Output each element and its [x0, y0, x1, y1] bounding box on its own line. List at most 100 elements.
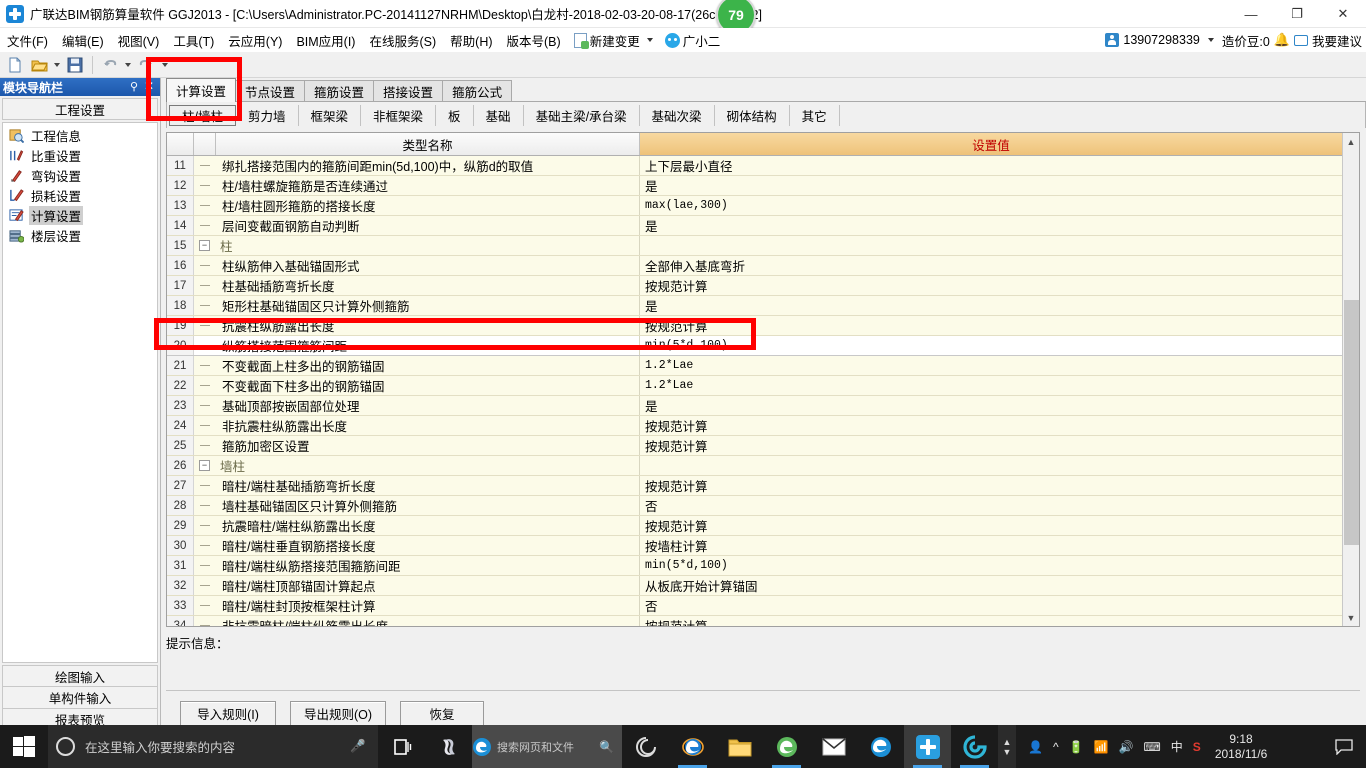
row-number[interactable]: 30	[167, 536, 194, 555]
tab-calc-settings[interactable]: 计算设置	[166, 78, 237, 102]
menu-cloud[interactable]: 云应用(Y)	[221, 29, 289, 52]
tab-lap-settings[interactable]: 搭接设置	[373, 80, 444, 102]
table-row[interactable]: 33 暗柱/端柱封顶按框架柱计算否	[167, 596, 1342, 616]
table-row[interactable]: 27 暗柱/端柱基础插筋弯折长度 按规范计算	[167, 476, 1342, 496]
cell-setting-value[interactable]: 全部伸入基底弯折	[640, 256, 1342, 275]
cell-setting-value[interactable]: 按规范计算	[640, 616, 1342, 626]
pin-icon[interactable]: ⚲	[130, 80, 138, 93]
tree-expander[interactable]: −	[194, 456, 216, 475]
cell-type-name[interactable]: 暗柱/端柱纵筋搭接范围箍筋间距	[216, 556, 640, 575]
row-number[interactable]: 29	[167, 516, 194, 535]
close-button[interactable]: ✕	[1320, 0, 1366, 28]
menu-help[interactable]: 帮助(H)	[443, 29, 499, 52]
row-number[interactable]: 34	[167, 616, 194, 626]
cell-type-name[interactable]: 抗震暗柱/端柱纵筋露出长度	[216, 516, 640, 535]
scrollbar-thumb[interactable]	[1343, 300, 1359, 545]
sogou-ime-icon[interactable]: S	[1193, 740, 1201, 754]
sidebar-item-weight-settings[interactable]: 比重设置	[3, 145, 157, 165]
internet-explorer-icon[interactable]	[669, 725, 716, 768]
row-number[interactable]: 27	[167, 476, 194, 495]
row-number[interactable]: 16	[167, 256, 194, 275]
sidebar-group-header[interactable]: 工程设置	[2, 98, 158, 120]
table-row[interactable]: 18 矩形柱基础锚固区只计算外侧箍筋是	[167, 296, 1342, 316]
cell-type-name[interactable]: 柱基础插筋弯折长度	[216, 276, 640, 295]
grid-vertical-scrollbar[interactable]: ▲ ▼	[1342, 133, 1359, 626]
table-row[interactable]: 28 墙柱基础锚固区只计算外侧箍筋否	[167, 496, 1342, 516]
app-circle-g-icon[interactable]	[951, 725, 998, 768]
table-row[interactable]: 14 层间变截面钢筋自动判断是	[167, 216, 1342, 236]
battery-icon[interactable]: 🔋	[1069, 740, 1084, 754]
cell-type-name[interactable]: 暗柱/端柱基础插筋弯折长度	[216, 476, 640, 495]
menu-version[interactable]: 版本号(B)	[500, 29, 568, 52]
cell-type-name[interactable]: 绑扎搭接范围内的箍筋间距min(5d,100)中，纵筋d的取值	[216, 156, 640, 175]
table-row[interactable]: 26− 墙柱	[167, 456, 1342, 476]
sidebar-item-calc-settings[interactable]: 计算设置	[3, 205, 157, 225]
volume-icon[interactable]: 🔊	[1119, 740, 1134, 754]
cell-type-name[interactable]: 暗柱/端柱顶部锚固计算起点	[216, 576, 640, 595]
cell-setting-value[interactable]	[640, 456, 1342, 475]
cell-setting-value[interactable]: min(5*d,100)	[640, 556, 1342, 575]
cell-setting-value[interactable]: 按规范计算	[640, 316, 1342, 335]
table-row[interactable]: 32 暗柱/端柱顶部锚固计算起点 从板底开始计算锚固	[167, 576, 1342, 596]
new-change-button[interactable]: 新建变更	[568, 31, 657, 50]
tab-other[interactable]: 其它	[790, 104, 840, 126]
cell-type-name[interactable]: 柱纵筋伸入基础锚固形式	[216, 256, 640, 275]
menu-bim[interactable]: BIM应用(I)	[289, 29, 362, 52]
grid-body[interactable]: 11 绑扎搭接范围内的箍筋间距min(5d,100)中，纵筋d的取值 上下层最小直径…	[167, 156, 1342, 626]
row-number[interactable]: 13	[167, 196, 194, 215]
wifi-icon[interactable]: 📶	[1094, 740, 1109, 754]
cell-setting-value[interactable]: 否	[640, 496, 1342, 515]
taskbar-search-box[interactable]: 在这里输入你要搜索的内容 🎤	[48, 725, 378, 768]
row-number[interactable]: 20	[167, 336, 194, 355]
table-row[interactable]: 11 绑扎搭接范围内的箍筋间距min(5d,100)中，纵筋d的取值 上下层最小直径	[167, 156, 1342, 176]
open-dropdown-button[interactable]	[52, 54, 62, 76]
sidebar-item-project-info[interactable]: 工程信息	[3, 125, 157, 145]
file-explorer-icon[interactable]	[716, 725, 763, 768]
cell-type-name[interactable]: 非抗震暗柱/端柱纵筋露出长度	[216, 616, 640, 626]
restore-button[interactable]: 恢复	[400, 700, 484, 726]
scroll-down-icon[interactable]: ▼	[1342, 609, 1359, 626]
app-spiral-icon[interactable]	[622, 725, 669, 768]
search-icon[interactable]: 🔍	[599, 740, 622, 754]
cell-setting-value[interactable]: 按规范计算	[640, 416, 1342, 435]
cell-setting-value[interactable]: 上下层最小直径	[640, 156, 1342, 175]
scrollbar-track[interactable]	[1342, 150, 1359, 609]
tab-shear-wall[interactable]: 剪力墙	[236, 104, 299, 126]
cell-setting-value[interactable]: 是	[640, 216, 1342, 235]
open-folder-button[interactable]	[28, 54, 50, 76]
sidebar-item-floor-settings[interactable]: 楼层设置	[3, 225, 157, 245]
cell-setting-value[interactable]: min(5*d,100)	[640, 336, 1342, 355]
cell-type-name[interactable]: 基础顶部按嵌固部位处理	[216, 396, 640, 415]
row-number[interactable]: 14	[167, 216, 194, 235]
row-number[interactable]: 11	[167, 156, 194, 175]
table-row[interactable]: 16 柱纵筋伸入基础锚固形式 全部伸入基底弯折	[167, 256, 1342, 276]
table-row[interactable]: 12 柱/墙柱螺旋箍筋是否连续通过是	[167, 176, 1342, 196]
cell-type-name[interactable]: 柱/墙柱螺旋箍筋是否连续通过	[216, 176, 640, 195]
table-row[interactable]: 24 非抗震柱纵筋露出长度 按规范计算	[167, 416, 1342, 436]
table-row[interactable]: 17 柱基础插筋弯折长度 按规范计算	[167, 276, 1342, 296]
keyboard-icon[interactable]: ⌨	[1143, 740, 1160, 754]
menu-tools[interactable]: 工具(T)	[166, 29, 221, 52]
collapse-icon[interactable]: −	[199, 460, 210, 471]
row-number[interactable]: 17	[167, 276, 194, 295]
tab-node-settings[interactable]: 节点设置	[235, 80, 306, 102]
cell-type-name[interactable]: 纵筋搭接范围箍筋间距	[216, 336, 640, 355]
table-row[interactable]: 34 非抗震暗柱/端柱纵筋露出长度按规范计算	[167, 616, 1342, 626]
cell-setting-value[interactable]: 按规范计算	[640, 476, 1342, 495]
row-number[interactable]: 32	[167, 576, 194, 595]
green-browser-icon[interactable]	[763, 725, 810, 768]
row-number[interactable]: 31	[167, 556, 194, 575]
grid-header-setting-value[interactable]: 设置值	[640, 133, 1342, 155]
row-number[interactable]: 24	[167, 416, 194, 435]
row-number[interactable]: 15	[167, 236, 194, 255]
import-rules-button[interactable]: 导入规则(I)	[180, 700, 276, 726]
cell-setting-value[interactable]: 从板底开始计算锚固	[640, 576, 1342, 595]
table-row[interactable]: 13 柱/墙柱圆形箍筋的搭接长度 max(lae,300)	[167, 196, 1342, 216]
cell-setting-value[interactable]: 按墙柱计算	[640, 536, 1342, 555]
sidebar-button-drawing-input[interactable]: 绘图输入	[2, 665, 158, 687]
row-number[interactable]: 21	[167, 356, 194, 375]
cell-setting-value[interactable]: max(lae,300)	[640, 196, 1342, 215]
table-row[interactable]: 29 抗震暗柱/端柱纵筋露出长度 按规范计算	[167, 516, 1342, 536]
edge-search-box[interactable]: 搜索网页和文件 🔍	[472, 725, 622, 768]
cell-setting-value[interactable]: 按规范计算	[640, 516, 1342, 535]
